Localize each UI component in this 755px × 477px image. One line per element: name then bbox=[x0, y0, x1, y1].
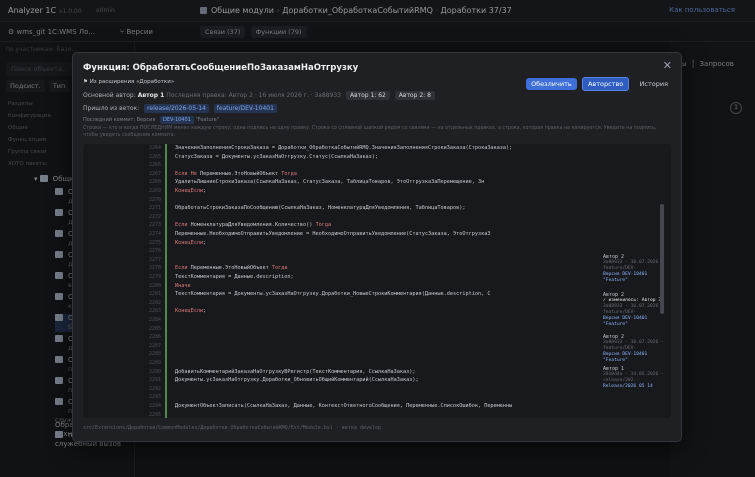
code-token: Документы.усЗаказНаОтгрузку.Доработки_Об… bbox=[175, 377, 419, 384]
blame-ref: Release/2026 05 14 bbox=[603, 384, 653, 389]
extension-note: ⚑ Из расширения «Доработки» bbox=[83, 79, 174, 85]
last-commit-label: Последний коммит: Версия bbox=[83, 117, 156, 123]
code-token: КонецЕсли bbox=[175, 308, 204, 315]
code-token: КонецЕсли bbox=[175, 239, 204, 246]
code-token: КонецЕсли bbox=[175, 188, 204, 194]
code-token: ТекстКомментария = Данные.description; bbox=[175, 274, 294, 280]
code-token: Тогда bbox=[271, 265, 288, 272]
code-token: ДобавитьКомментарийЗаказаНаОтгрузкуВРеги… bbox=[175, 368, 416, 375]
branches-label: Пришло из веток: bbox=[83, 105, 140, 112]
authorship-button[interactable]: Авторство bbox=[581, 77, 630, 91]
source-branches: Пришло из веток: release/2026-05-14 feat… bbox=[83, 104, 277, 113]
branch-tag[interactable]: feature/DEV-10401 bbox=[213, 104, 277, 113]
code-token: ; bbox=[203, 188, 207, 194]
close-icon[interactable]: ✕ bbox=[663, 59, 672, 72]
code-viewer[interactable]: 2264 ЗначенияЗаполненияСтрокиЗаказа = Дор… bbox=[83, 144, 671, 418]
commit-tag[interactable]: DEV-10401 bbox=[160, 116, 194, 124]
authors-summary: Основной автор: Автор 1 Последняя правка… bbox=[83, 91, 435, 100]
code-line[interactable]: 2295 bbox=[83, 410, 671, 418]
blame-ref: Версия DEV-10401 "Feature" bbox=[603, 316, 648, 327]
author-pill[interactable]: Автор 1: 62 bbox=[345, 91, 390, 100]
anonymize-button[interactable]: Обезличить bbox=[526, 78, 577, 90]
last-commit: Последний коммит: Версия DEV-10401 "Feat… bbox=[83, 116, 219, 124]
blame-ref: Версия DEV-10401 "Feature" bbox=[603, 352, 648, 363]
commit-message: "Feature" bbox=[195, 117, 219, 123]
history-button[interactable]: История bbox=[635, 78, 673, 90]
code-token: ТекстКомментария = Документы.усЗаказНаОт… bbox=[175, 291, 491, 298]
code-token: Иначе bbox=[175, 282, 191, 289]
code-token: ДокументОбъектЗаписать(СсылкаНаЗаказ, Да… bbox=[175, 403, 513, 409]
extension-label: Из расширения «Доработки» bbox=[89, 79, 175, 85]
line-number: 2295 bbox=[149, 411, 162, 418]
code-token: Тогда bbox=[315, 222, 332, 229]
code-token: Переменные.ЭтоНовыйОбъект bbox=[190, 265, 272, 272]
blame-meta: 3a88933 · 16.07.2026 · feature/DEV- bbox=[603, 340, 664, 351]
main-author: Автор 1 bbox=[137, 92, 165, 99]
function-authorship-dialog: Функция: ОбработатьСообщениеПоЗаказамНаО… bbox=[72, 52, 682, 442]
code-token: СтатусЗаказа = Документы.усЗаказНаОтгруз… bbox=[175, 153, 379, 160]
blame-annotation[interactable]: Автор 2 3a88933 · 16.07.2026 · feature/DE… bbox=[603, 334, 669, 364]
code-token: ЗначенияЗаполненияСтрокиЗаказа = Доработ… bbox=[175, 145, 513, 151]
help-text: Строки — кто и когда ПОСЛЕДНИМ менял каж… bbox=[83, 126, 657, 138]
code-token: ; bbox=[203, 239, 207, 246]
blame-meta: 2810d4a · 14.05.2026 · release/202.. bbox=[603, 372, 664, 383]
code-token: Переменные.НеобходимоОтправитьУведомлени… bbox=[175, 231, 491, 237]
code-token: Тогда bbox=[281, 170, 297, 177]
code-token: УдалитьЛишниеСтрокиЗаказа(СсылкаНаЗаказ,… bbox=[175, 179, 485, 186]
code-token: ОбработатьСтрокиЗаказаПоСообщению(Ссылка… bbox=[175, 205, 466, 212]
code-token: Если Не bbox=[175, 170, 200, 177]
puzzle-icon: ⚑ bbox=[83, 79, 90, 85]
code-token: Если bbox=[175, 222, 191, 229]
dialog-actions: Обезличить Авторство История bbox=[523, 77, 673, 91]
dialog-title: Функция: ОбработатьСообщениеПоЗаказамНаО… bbox=[83, 63, 359, 73]
author-pill[interactable]: Автор 2: 8 bbox=[394, 91, 435, 100]
branch-tag[interactable]: release/2026-05-14 bbox=[144, 104, 209, 113]
main-author-label: Основной автор: bbox=[83, 92, 136, 99]
code-token: Переменные.ЭтоНовыйОбъект bbox=[200, 170, 282, 177]
last-edit: Последняя правка: Автор 2 · 16 июля 2026… bbox=[166, 92, 342, 99]
file-path: src/Extensions/Доработки/CommonModules/Д… bbox=[83, 425, 382, 431]
blame-annotation[interactable]: Автор 1 2810d4a · 14.05.2026 · release/20… bbox=[603, 366, 669, 390]
change-marker bbox=[165, 410, 167, 418]
code-token: НоменклатураДляУведомления.Количество() bbox=[190, 222, 316, 229]
code-token: Если bbox=[175, 265, 191, 272]
code-scrollbar[interactable] bbox=[660, 204, 664, 314]
code-token: ; bbox=[203, 308, 207, 315]
